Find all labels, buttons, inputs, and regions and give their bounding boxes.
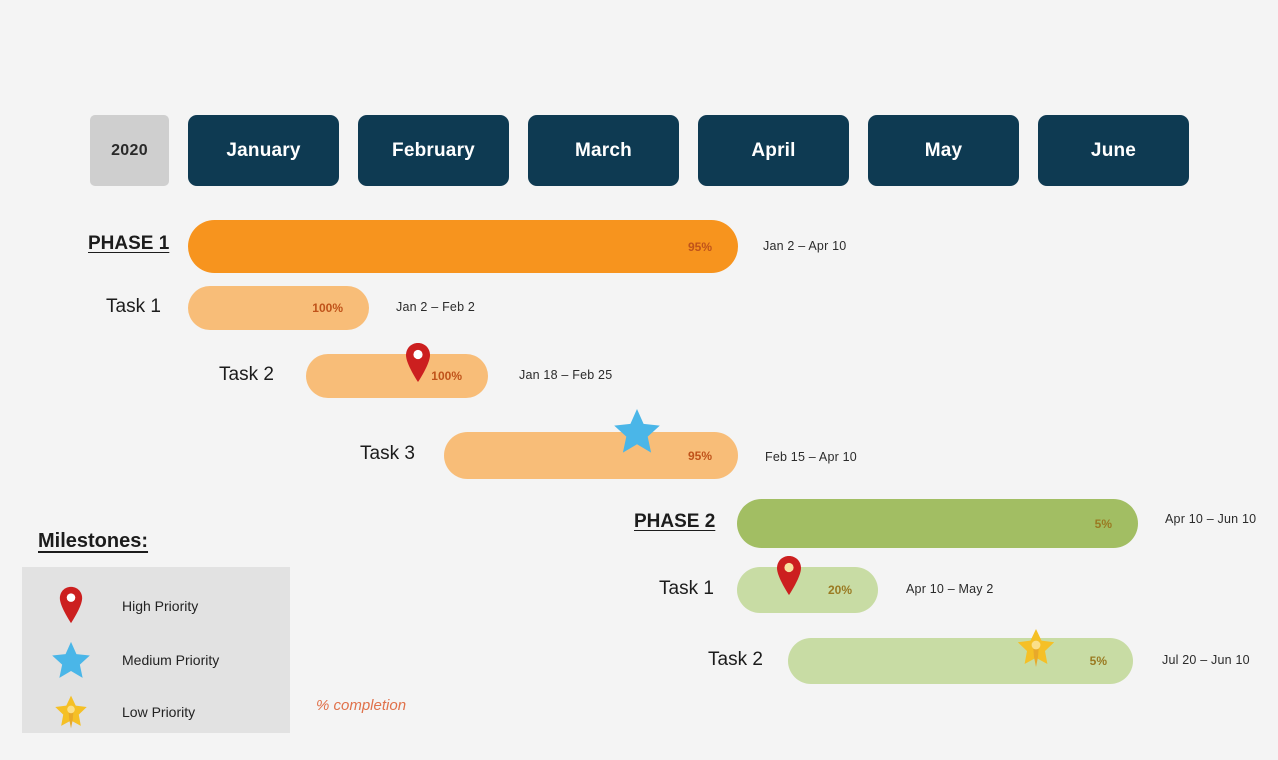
legend-item-high-priority[interactable]: High Priority — [48, 586, 198, 625]
row-label-p1-task-2: Task 2 — [219, 364, 274, 385]
percent-label-phase-2: 5% — [1094, 516, 1112, 531]
year-cell: 2020 — [90, 115, 169, 186]
percent-label-p1-task-3: 95% — [687, 448, 712, 463]
milestones-title: Milestones: — [38, 530, 149, 552]
row-label-p2-task-1: Task 1 — [659, 578, 714, 599]
date-range-p1-task-2: Jan 18 – Feb 25 — [519, 368, 613, 382]
legend-label-medium-priority: Medium Priority — [122, 652, 220, 668]
date-range-p2-task-2: Jul 20 – Jun 10 — [1162, 653, 1250, 667]
gantt-bar-p1-task-3[interactable]: 95% — [444, 432, 738, 479]
completion-note: % completion — [316, 697, 407, 714]
row-label-p2-task-2: Task 2 — [708, 649, 763, 670]
gantt-bar-phase-2[interactable]: 5% — [737, 499, 1138, 548]
percent-label-p2-task-2: 5% — [1089, 654, 1107, 668]
gantt-bar-phase-1[interactable]: 95% — [188, 220, 738, 273]
gantt-bar-p1-task-2[interactable]: 100% — [306, 354, 488, 398]
legend-label-low-priority: Low Priority — [122, 704, 196, 720]
star-icon[interactable] — [613, 408, 661, 454]
date-range-p2-task-1: Apr 10 – May 2 — [906, 582, 994, 596]
month-cell-march: March — [528, 115, 679, 186]
date-range-phase-1: Jan 2 – Apr 10 — [763, 239, 847, 253]
map-pin-icon[interactable] — [775, 555, 803, 597]
gantt-chart: 2020 January February March April May Ju… — [0, 0, 1278, 760]
month-cell-january: January — [188, 115, 339, 186]
row-label-phase-1: PHASE 1 — [88, 233, 170, 254]
pushpin-icon — [48, 693, 94, 731]
map-pin-icon — [48, 586, 94, 625]
legend-label-high-priority: High Priority — [122, 597, 199, 614]
percent-label-p1-task-2: 100% — [431, 369, 462, 383]
percent-label-phase-1: 95% — [687, 239, 712, 254]
month-cell-may: May — [868, 115, 1019, 186]
date-range-phase-2: Apr 10 – Jun 10 — [1165, 512, 1257, 526]
percent-label-p1-task-1: 100% — [312, 301, 343, 315]
row-label-phase-2: PHASE 2 — [634, 511, 716, 532]
row-label-p1-task-3: Task 3 — [360, 443, 415, 464]
date-range-p1-task-1: Jan 2 – Feb 2 — [396, 300, 476, 314]
month-cell-february: February — [358, 115, 509, 186]
star-icon — [48, 641, 94, 679]
map-pin-icon[interactable] — [404, 342, 432, 384]
gantt-bar-p2-task-1[interactable]: 20% — [737, 567, 878, 613]
legend-item-low-priority[interactable]: Low Priority — [48, 693, 195, 731]
percent-label-p2-task-1: 20% — [827, 583, 852, 597]
month-cell-april: April — [698, 115, 849, 186]
gantt-bar-p2-task-2[interactable]: 5% — [788, 638, 1133, 684]
timeline-header: 2020 January February March April May Ju… — [90, 115, 1189, 186]
pushpin-icon[interactable] — [1014, 626, 1058, 670]
legend-item-medium-priority[interactable]: Medium Priority — [48, 641, 219, 679]
date-range-p1-task-3: Feb 15 – Apr 10 — [765, 450, 857, 464]
gantt-bar-p1-task-1[interactable]: 100% — [188, 286, 369, 330]
month-cell-june: June — [1038, 115, 1189, 186]
row-label-p1-task-1: Task 1 — [106, 296, 161, 317]
